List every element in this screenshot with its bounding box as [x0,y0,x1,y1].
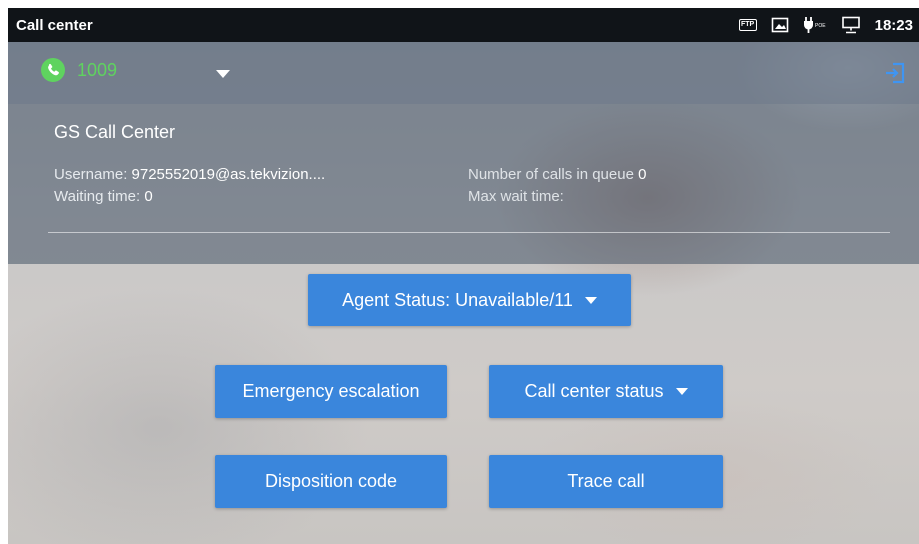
max-wait-label: Max wait time: [468,188,564,205]
call-center-screen: Call center FTP POE 18:23 1009 GS Call C… [8,8,919,544]
chevron-down-icon [584,296,597,304]
agent-status-dropdown[interactable]: Agent Status: Unavailable/11 [308,274,631,326]
waiting-time-row: Waiting time: 0 [54,188,153,205]
waiting-time-value: 0 [144,188,153,205]
call-center-name: GS Call Center [54,122,176,142]
username-value: 9725552019@as.tekvizion.... [131,166,326,183]
account-dropdown-icon[interactable] [216,70,230,78]
emergency-escalation-button[interactable]: Emergency escalation [215,365,447,418]
waiting-time-label: Waiting time: [54,188,145,205]
call-center-status-label: Call center status [524,381,664,401]
account-selector[interactable]: 1009 [41,58,117,82]
queue-value: 0 [638,166,647,183]
disposition-code-button[interactable]: Disposition code [215,455,447,508]
logout-icon[interactable] [885,62,905,84]
account-header: 1009 [8,42,919,104]
app-title: Call center [16,16,93,34]
divider [48,232,890,233]
network-icon [841,16,861,34]
clock: 18:23 [874,16,913,34]
trace-call-label: Trace call [567,471,645,491]
trace-call-button[interactable]: Trace call [489,455,723,508]
username-row: Username: 9725552019@as.tekvizion.... [54,166,325,183]
queue-row: Number of calls in queue 0 [468,166,646,183]
username-label: Username: [54,166,132,183]
status-bar: Call center FTP POE 18:23 [8,8,919,42]
chevron-down-icon [675,388,688,395]
account-number: 1009 [77,59,118,80]
queue-label: Number of calls in queue [468,166,639,183]
svg-text:POE: POE [815,23,826,29]
disposition-code-label: Disposition code [264,471,398,491]
phone-icon [41,58,65,82]
agent-status-label: Agent Status: Unavailable/11 [342,289,573,310]
call-center-status-dropdown[interactable]: Call center status [489,365,723,418]
screenshot-icon [771,17,789,33]
call-center-info-panel: GS Call Center Username: 9725552019@as.t… [8,104,919,264]
poe-icon: POE [803,16,827,34]
max-wait-row: Max wait time: [468,188,564,205]
status-icons: FTP POE 18:23 [738,16,913,34]
emergency-escalation-label: Emergency escalation [242,381,420,401]
ftp-icon: FTP [738,19,757,31]
